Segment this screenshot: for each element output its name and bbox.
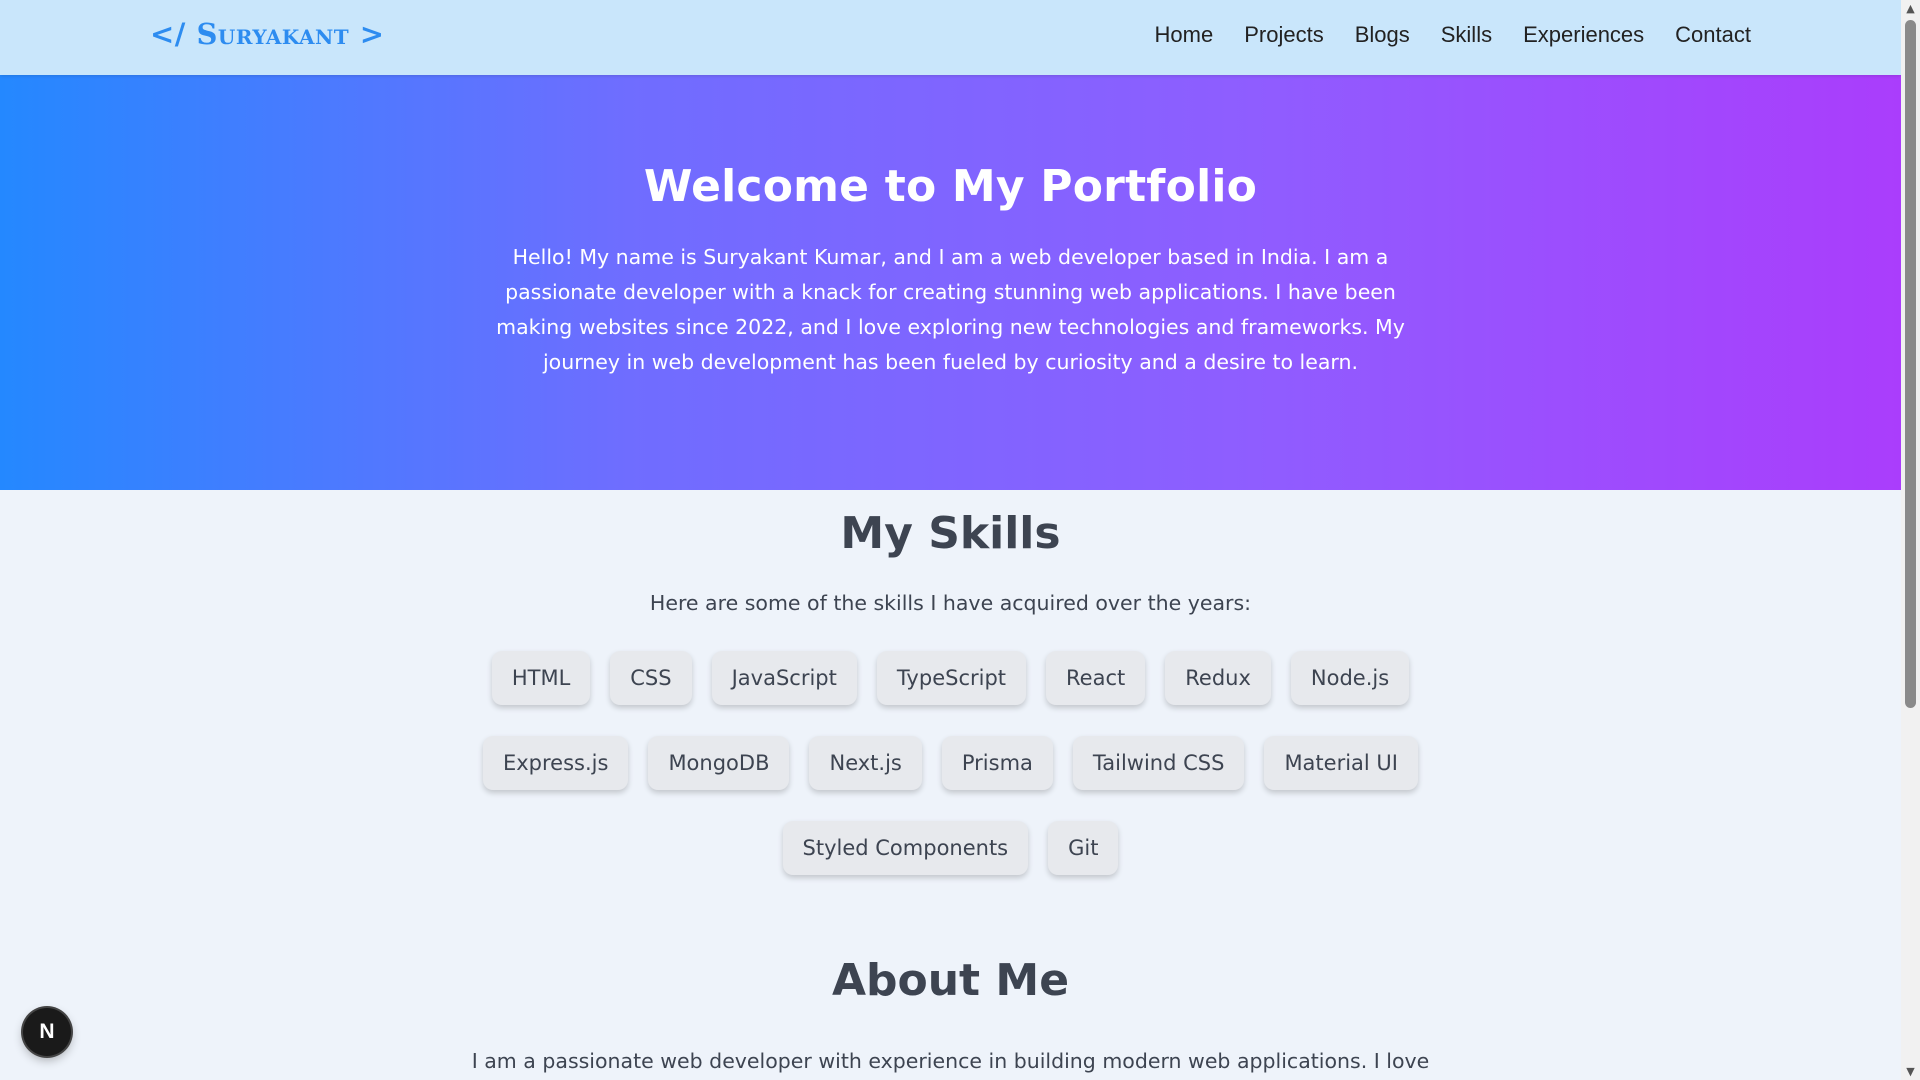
nextjs-logo-icon: N xyxy=(39,1020,55,1043)
skills-list: HTML CSS JavaScript TypeScript React Red… xyxy=(461,651,1441,875)
nav-link-home[interactable]: Home xyxy=(1155,22,1214,48)
nav-link-projects[interactable]: Projects xyxy=(1244,22,1323,48)
scroll-down-arrow-icon[interactable]: ▼ xyxy=(1901,1063,1920,1080)
skill-chip-javascript: JavaScript xyxy=(711,651,857,705)
skill-chip-html: HTML xyxy=(491,651,591,705)
skill-chip-git: Git xyxy=(1048,821,1119,875)
page-scrollbar[interactable]: ▲ ▼ xyxy=(1901,0,1920,1080)
skill-chip-material-ui: Material UI xyxy=(1264,736,1418,790)
nav-link-experiences[interactable]: Experiences xyxy=(1523,22,1644,48)
skills-subtitle: Here are some of the skills I have acqui… xyxy=(649,591,1252,615)
skill-chip-nodejs: Node.js xyxy=(1290,651,1410,705)
skill-chip-styled-components: Styled Components xyxy=(782,821,1029,875)
skills-title: My Skills xyxy=(840,508,1061,559)
skill-chip-css: CSS xyxy=(610,651,692,705)
main-nav: Home Projects Blogs Skills Experiences C… xyxy=(1155,22,1751,48)
scroll-up-arrow-icon[interactable]: ▲ xyxy=(1901,0,1920,17)
skill-chip-mongodb: MongoDB xyxy=(648,736,790,790)
site-logo[interactable]: </ Suryakant > xyxy=(150,17,385,51)
about-section: About Me I am a passionate web developer… xyxy=(0,955,1901,1079)
skills-section: My Skills Here are some of the skills I … xyxy=(0,490,1901,875)
scrollbar-thumb[interactable] xyxy=(1905,20,1916,708)
skill-chip-redux: Redux xyxy=(1165,651,1271,705)
hero-title: Welcome to My Portfolio xyxy=(643,161,1258,212)
page: </ Suryakant > Home Projects Blogs Skill… xyxy=(0,0,1901,1080)
nav-link-contact[interactable]: Contact xyxy=(1675,22,1751,48)
nextjs-dev-badge[interactable]: N xyxy=(23,1008,71,1056)
nav-link-blogs[interactable]: Blogs xyxy=(1355,22,1410,48)
about-text: I am a passionate web developer with exp… xyxy=(471,1049,1430,1073)
about-title: About Me xyxy=(831,955,1070,1006)
hero-text: Hello! My name is Suryakant Kumar, and I… xyxy=(496,245,1405,374)
hero-section: Welcome to My Portfolio Hello! My name i… xyxy=(0,75,1901,490)
skill-chip-expressjs: Express.js xyxy=(482,736,629,790)
nav-link-skills[interactable]: Skills xyxy=(1441,22,1492,48)
skill-chip-tailwind-css: Tailwind CSS xyxy=(1072,736,1245,790)
skill-chip-prisma: Prisma xyxy=(941,736,1053,790)
skill-chip-typescript: TypeScript xyxy=(876,651,1027,705)
site-header: </ Suryakant > Home Projects Blogs Skill… xyxy=(0,0,1901,75)
skill-chip-react: React xyxy=(1046,651,1146,705)
skill-chip-nextjs: Next.js xyxy=(809,736,922,790)
